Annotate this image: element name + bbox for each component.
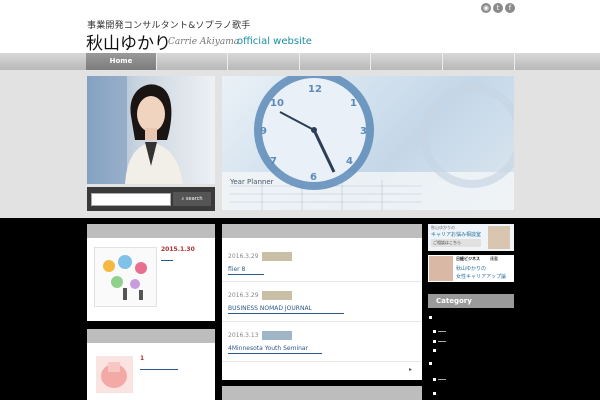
news-category-tag[interactable] — [262, 252, 292, 261]
nav-divider — [370, 53, 371, 70]
news-panel: 2016.3.29 flier 8 2016.3.29 BUSINESS NOM… — [222, 224, 422, 380]
rss-icon[interactable]: ◉ — [481, 3, 491, 13]
nikkei-logo: 日経ビジネス — [456, 256, 480, 261]
category-bullet-icon — [433, 340, 436, 343]
facebook-icon[interactable]: f — [505, 3, 515, 13]
site-header: 事業開発コンサルタント&ソプラノ歌手 秋山ゆかり Carrie Akiyama … — [0, 0, 600, 54]
news-date: 2016.3.29 — [228, 253, 259, 260]
category-bullet-icon — [433, 392, 436, 395]
news-link[interactable]: BUSINESS NOMAD JOURNAL — [228, 305, 344, 314]
svg-text:4: 4 — [346, 156, 353, 167]
category-bullet-icon — [433, 330, 436, 333]
divider — [222, 361, 422, 362]
news-link[interactable]: 4Minnesota Youth Seminar — [228, 345, 322, 354]
panel-header — [87, 224, 215, 238]
nav-divider — [442, 53, 443, 70]
post-card: 2015.1.30 — [87, 224, 215, 321]
news-link[interactable]: flier 8 — [228, 266, 264, 275]
banner-photo — [429, 256, 453, 281]
twitter-icon[interactable]: t — [493, 3, 503, 13]
post-thumbnail[interactable] — [96, 356, 133, 393]
banner-photo — [488, 226, 510, 249]
category-bullet-icon — [433, 378, 436, 381]
svg-text:9: 9 — [260, 126, 267, 137]
category-link[interactable] — [438, 379, 446, 380]
profile-photo — [87, 76, 215, 184]
banner-text: 秋山ゆかりの — [456, 266, 487, 272]
category-bullet-icon — [429, 362, 432, 365]
nav-divider — [156, 53, 157, 70]
svg-text:3: 3 — [360, 126, 367, 137]
svg-text:7: 7 — [270, 156, 277, 167]
news-category-tag[interactable] — [262, 331, 292, 340]
news-date: 2016.3.13 — [228, 332, 259, 339]
serial-badge: 連載 — [490, 256, 498, 261]
post-link[interactable] — [140, 369, 178, 370]
search-button[interactable]: ⌕ search — [173, 192, 211, 206]
category-bullet-icon — [429, 316, 432, 319]
panel-header — [222, 386, 422, 400]
category-heading: Category — [428, 294, 514, 308]
post-thumbnail[interactable] — [94, 247, 157, 307]
site-roman-name: Carrie Akiyama — [168, 37, 240, 47]
post-link[interactable] — [161, 260, 173, 261]
site-title[interactable]: 秋山ゆかり — [86, 29, 171, 54]
more-arrow-icon[interactable]: ▸ — [409, 366, 412, 373]
divider — [222, 281, 422, 282]
post-card: 1 — [87, 329, 215, 400]
nikkei-column-banner[interactable]: 日経ビジネス 連載 秋山ゆかりの 女性キャリアアップ論 — [428, 255, 514, 282]
banner-text: 女性キャリアアップ論 — [456, 274, 507, 280]
svg-text:1: 1 — [350, 98, 357, 109]
divider — [222, 321, 422, 322]
category-link[interactable] — [438, 341, 446, 342]
main-nav: Home — [0, 53, 600, 70]
career-consult-banner[interactable]: 秋山ゆかりの キャリアお悩み相談室 ご相談はこちら — [428, 224, 514, 251]
site-official-label: official website — [237, 36, 312, 47]
search-button-label: search — [185, 196, 203, 202]
nav-divider — [227, 53, 228, 70]
category-bullet-icon — [433, 349, 436, 352]
svg-text:12: 12 — [308, 84, 322, 95]
news-category-tag[interactable] — [262, 291, 292, 300]
nav-divider — [514, 53, 515, 70]
svg-text:6: 6 — [310, 172, 317, 183]
panel-header — [222, 224, 422, 238]
banner-text: キャリアお悩み相談室 — [431, 232, 482, 238]
svg-text:10: 10 — [270, 98, 284, 109]
nav-divider — [299, 53, 300, 70]
banner-planner-label: Year Planner — [229, 178, 274, 186]
consult-button[interactable]: ご相談はこちら — [431, 239, 481, 247]
hero-banner-image: 12 1 3 4 6 7 9 10 Year Planner — [222, 76, 514, 210]
panel-header — [87, 329, 215, 343]
category-link[interactable] — [438, 331, 446, 332]
news-date: 2016.3.29 — [228, 292, 259, 299]
nav-item-home[interactable]: Home — [86, 53, 156, 70]
post-date: 1 — [140, 355, 145, 362]
post-date: 2015.1.30 — [161, 246, 195, 253]
search-input[interactable] — [91, 193, 171, 206]
search-icon: ⌕ — [181, 196, 185, 202]
